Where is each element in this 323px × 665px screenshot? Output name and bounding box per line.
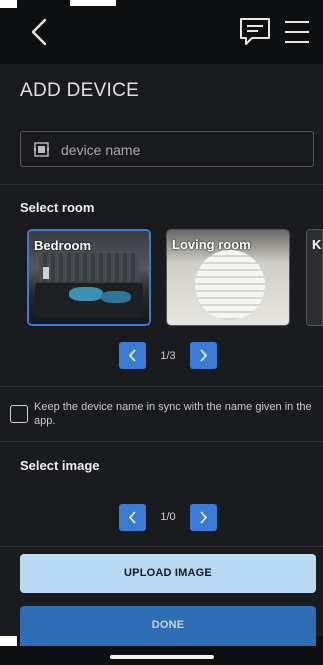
room-card-partial[interactable]: K: [306, 229, 323, 326]
chevron-right-icon: [200, 511, 208, 524]
device-name-input[interactable]: [59, 132, 303, 168]
hamburger-menu-icon: [285, 21, 309, 43]
back-button[interactable]: [26, 16, 54, 48]
device-name-field[interactable]: [20, 131, 314, 168]
divider: [0, 386, 323, 387]
upload-image-button[interactable]: UPLOAD IMAGE: [20, 554, 316, 593]
room-label: K: [312, 237, 322, 252]
sync-name-checkbox[interactable]: [10, 405, 28, 423]
room-next-button[interactable]: [190, 342, 217, 369]
image-next-button[interactable]: [190, 504, 217, 531]
select-room-label: Select room: [20, 200, 95, 215]
feedback-button[interactable]: [238, 16, 272, 48]
status-bar-fragment: [70, 0, 116, 6]
sync-name-label: Keep the device name in sync with the na…: [34, 401, 312, 427]
done-button[interactable]: DONE: [20, 606, 316, 646]
image-pager-count: 1/0: [160, 511, 176, 523]
image-prev-button[interactable]: [119, 504, 146, 531]
chevron-left-icon: [128, 511, 136, 524]
chevron-right-icon: [200, 349, 208, 362]
page-title: ADD DEVICE: [20, 80, 140, 101]
home-indicator[interactable]: [110, 655, 214, 659]
room-prev-button[interactable]: [119, 342, 146, 369]
divider: [0, 546, 323, 547]
menu-button[interactable]: [282, 18, 312, 46]
room-label: Loving room: [172, 237, 251, 252]
divider: [0, 184, 323, 185]
chat-icon: [240, 18, 270, 45]
chevron-left-icon: [31, 18, 47, 46]
room-pager-count: 1/3: [160, 350, 176, 362]
divider: [0, 441, 323, 442]
chevron-left-icon: [128, 349, 136, 362]
room-card-living-room[interactable]: Loving room: [166, 229, 290, 326]
room-label: Bedroom: [34, 238, 92, 253]
device-icon: [34, 142, 49, 157]
bottom-fragment: [0, 636, 17, 646]
room-card-bedroom[interactable]: Bedroom: [27, 229, 151, 326]
status-bar-fragment: [0, 0, 17, 8]
select-image-label: Select image: [20, 458, 100, 473]
